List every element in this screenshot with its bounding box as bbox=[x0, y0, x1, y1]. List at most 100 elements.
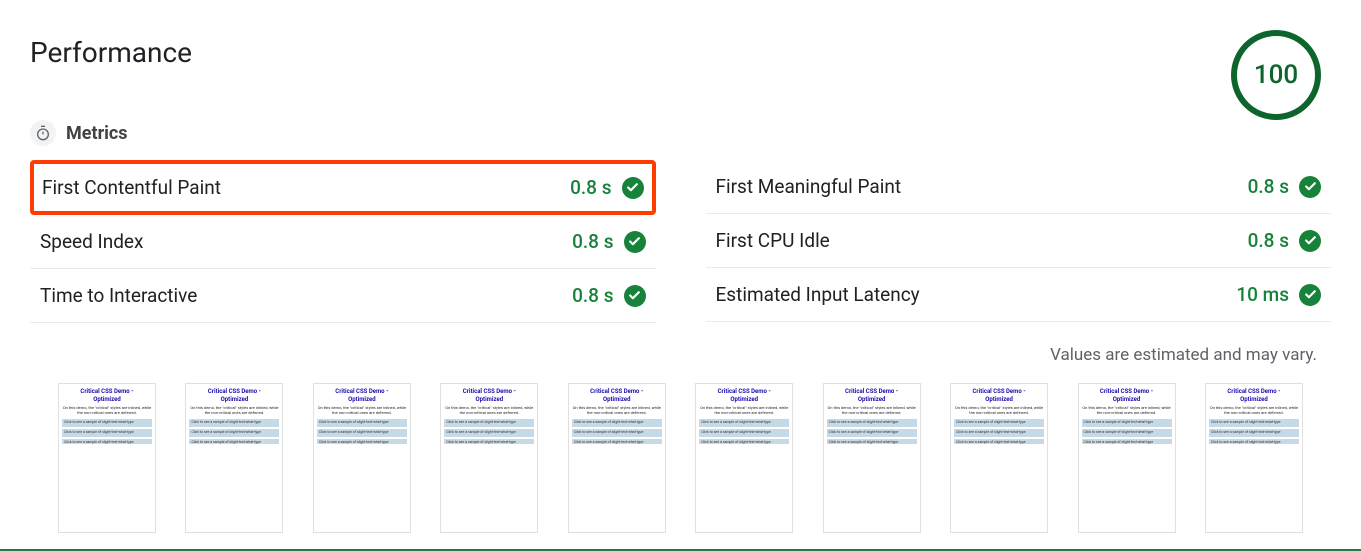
metric-row[interactable]: Time to Interactive 0.8 s bbox=[30, 269, 656, 323]
filmstrip-frame[interactable]: Critical CSS Demo -Optimized On this demo… bbox=[1078, 383, 1176, 533]
metric-row[interactable]: First Contentful Paint 0.8 s bbox=[30, 160, 656, 215]
thumb-title: Critical CSS Demo -Optimized bbox=[62, 388, 152, 403]
metric-value-text: 0.8 s bbox=[572, 230, 613, 253]
check-icon bbox=[1299, 230, 1321, 252]
thumb-row: Click to see a sample of slight-text-wha… bbox=[1209, 429, 1299, 437]
thumb-desc: On this demo, the "critical" styles are … bbox=[1209, 405, 1299, 416]
header-row: Performance 100 bbox=[30, 30, 1331, 120]
metric-label: First Meaningful Paint bbox=[716, 175, 902, 198]
metric-value: 0.8 s bbox=[572, 230, 645, 253]
thumb-row: Click to see a sample of slight-text-wha… bbox=[827, 429, 917, 437]
thumb-row: Click to see a sample of slight-text-wha… bbox=[827, 439, 917, 444]
thumb-desc: On this demo, the "critical" styles are … bbox=[954, 405, 1044, 416]
filmstrip-frame[interactable]: Critical CSS Demo -Optimized On this demo… bbox=[58, 383, 156, 533]
check-icon bbox=[622, 177, 644, 199]
thumb-row: Click to see a sample of slight-text-wha… bbox=[62, 419, 152, 427]
thumb-row: Click to see a sample of slight-text-wha… bbox=[954, 429, 1044, 437]
metric-value-text: 0.8 s bbox=[570, 176, 611, 199]
thumb-title: Critical CSS Demo -Optimized bbox=[954, 388, 1044, 403]
thumb-row: Click to see a sample of slight-text-wha… bbox=[954, 419, 1044, 427]
thumb-row: Click to see a sample of slight-text-wha… bbox=[572, 419, 662, 427]
check-icon bbox=[624, 231, 646, 253]
metric-value: 0.8 s bbox=[572, 284, 645, 307]
metric-label: Time to Interactive bbox=[40, 284, 197, 307]
score-gauge: 100 bbox=[1231, 30, 1321, 120]
thumb-row: Click to see a sample of slight-text-wha… bbox=[572, 439, 662, 444]
metric-row[interactable]: Speed Index 0.8 s bbox=[30, 215, 656, 269]
metrics-column-right: First Meaningful Paint0.8 sFirst CPU Idl… bbox=[706, 160, 1332, 323]
thumb-row: Click to see a sample of slight-text-wha… bbox=[444, 439, 534, 444]
thumb-row: Click to see a sample of slight-text-wha… bbox=[1082, 439, 1172, 444]
thumb-desc: On this demo, the "critical" styles are … bbox=[1082, 405, 1172, 416]
metric-value-text: 0.8 s bbox=[572, 284, 613, 307]
metrics-column-left: First Contentful Paint 0.8 s Speed Index 0.… bbox=[30, 160, 656, 323]
thumb-row: Click to see a sample of slight-text-wha… bbox=[699, 439, 789, 444]
score-value: 100 bbox=[1254, 60, 1298, 90]
thumb-title: Critical CSS Demo -Optimized bbox=[444, 388, 534, 403]
metrics-section-label: Metrics bbox=[66, 123, 128, 144]
thumb-title: Critical CSS Demo -Optimized bbox=[317, 388, 407, 403]
metric-value-text: 0.8 s bbox=[1248, 229, 1289, 252]
thumb-row: Click to see a sample of slight-text-wha… bbox=[317, 429, 407, 437]
thumb-desc: On this demo, the "critical" styles are … bbox=[827, 405, 917, 416]
filmstrip-frame[interactable]: Critical CSS Demo -Optimized On this demo… bbox=[1205, 383, 1303, 533]
filmstrip-frame[interactable]: Critical CSS Demo -Optimized On this demo… bbox=[823, 383, 921, 533]
metric-label: Estimated Input Latency bbox=[716, 283, 920, 306]
metric-label: First Contentful Paint bbox=[42, 176, 221, 199]
check-icon bbox=[624, 285, 646, 307]
metric-row[interactable]: First Meaningful Paint 0.8 s bbox=[706, 160, 1332, 214]
filmstrip-frame[interactable]: Critical CSS Demo -OptimizedOn this demo… bbox=[695, 383, 793, 533]
metric-row[interactable]: First CPU Idle 0.8 s bbox=[706, 214, 1332, 268]
thumb-title: Critical CSS Demo -Optimized bbox=[1209, 388, 1299, 403]
thumb-desc: On this demo, the "critical" styles are … bbox=[317, 405, 407, 416]
metric-value: 0.8 s bbox=[570, 176, 643, 199]
thumb-desc: On this demo, the "critical" styles are … bbox=[572, 405, 662, 416]
thumb-row: Click to see a sample of slight-text-wha… bbox=[444, 429, 534, 437]
thumb-title: Critical CSS Demo -Optimized bbox=[189, 388, 279, 403]
thumb-row: Click to see a sample of slight-text-wha… bbox=[699, 419, 789, 427]
filmstrip: Critical CSS Demo -Optimized On this demo… bbox=[30, 383, 1331, 533]
thumb-row: Click to see a sample of slight-text-wha… bbox=[317, 419, 407, 427]
filmstrip-frame[interactable]: Critical CSS Demo -Optimized On this demo… bbox=[185, 383, 283, 533]
metric-value: 0.8 s bbox=[1248, 229, 1321, 252]
thumb-row: Click to see a sample of slight-text-wha… bbox=[1209, 439, 1299, 444]
metrics-header[interactable]: Metrics bbox=[30, 120, 1331, 146]
thumb-title: Critical CSS Demo -Optimized bbox=[1082, 388, 1172, 403]
metric-value-text: 10 ms bbox=[1236, 283, 1289, 306]
filmstrip-frame[interactable]: Critical CSS Demo -Optimized On this demo… bbox=[313, 383, 411, 533]
thumb-row: Click to see a sample of slight-text-wha… bbox=[572, 429, 662, 437]
check-icon bbox=[1299, 176, 1321, 198]
page-title: Performance bbox=[30, 36, 192, 69]
thumb-row: Click to see a sample of slight-text-wha… bbox=[189, 439, 279, 444]
metric-value-text: 0.8 s bbox=[1248, 175, 1289, 198]
metric-label: Speed Index bbox=[40, 230, 143, 253]
thumb-row: Click to see a sample of slight-text-wha… bbox=[954, 439, 1044, 444]
stopwatch-icon bbox=[30, 120, 56, 146]
thumb-desc: On this demo, the "critical" styles are … bbox=[62, 405, 152, 416]
thumb-row: Click to see a sample of slight-text-wha… bbox=[62, 439, 152, 444]
thumb-row: Click to see a sample of slight-text-wha… bbox=[189, 419, 279, 427]
thumb-row: Click to see a sample of slight-text-wha… bbox=[189, 429, 279, 437]
footnote: Values are estimated and may vary. bbox=[30, 345, 1317, 365]
thumb-desc: On this demo, the "critical" styles are … bbox=[444, 405, 534, 416]
check-icon bbox=[1299, 284, 1321, 306]
filmstrip-frame[interactable]: Critical CSS Demo -Optimized On this demo… bbox=[950, 383, 1048, 533]
thumb-row: Click to see a sample of slight-text-wha… bbox=[699, 429, 789, 437]
thumb-title: Critical CSS Demo -Optimized bbox=[699, 388, 789, 403]
thumb-row: Click to see a sample of slight-text-wha… bbox=[827, 419, 917, 427]
performance-report: Performance 100 Metrics First Contentful… bbox=[0, 0, 1361, 551]
filmstrip-frame[interactable]: Critical CSS Demo -OptimizedOn this demo… bbox=[568, 383, 666, 533]
thumb-row: Click to see a sample of slight-text-wha… bbox=[317, 439, 407, 444]
metric-value: 0.8 s bbox=[1248, 175, 1321, 198]
thumb-row: Click to see a sample of slight-text-wha… bbox=[1082, 419, 1172, 427]
metric-value: 10 ms bbox=[1236, 283, 1321, 306]
thumb-row: Click to see a sample of slight-text-wha… bbox=[1209, 419, 1299, 427]
metric-row[interactable]: Estimated Input Latency 10 ms bbox=[706, 268, 1332, 322]
metric-label: First CPU Idle bbox=[716, 229, 830, 252]
thumb-row: Click to see a sample of slight-text-wha… bbox=[1082, 429, 1172, 437]
metrics-grid: First Contentful Paint 0.8 s Speed Index 0.… bbox=[30, 160, 1331, 323]
thumb-title: Critical CSS Demo -Optimized bbox=[827, 388, 917, 403]
filmstrip-frame[interactable]: Critical CSS Demo -Optimized On this demo… bbox=[440, 383, 538, 533]
thumb-row: Click to see a sample of slight-text-wha… bbox=[62, 429, 152, 437]
thumb-desc: On this demo, the "critical" styles are … bbox=[189, 405, 279, 416]
